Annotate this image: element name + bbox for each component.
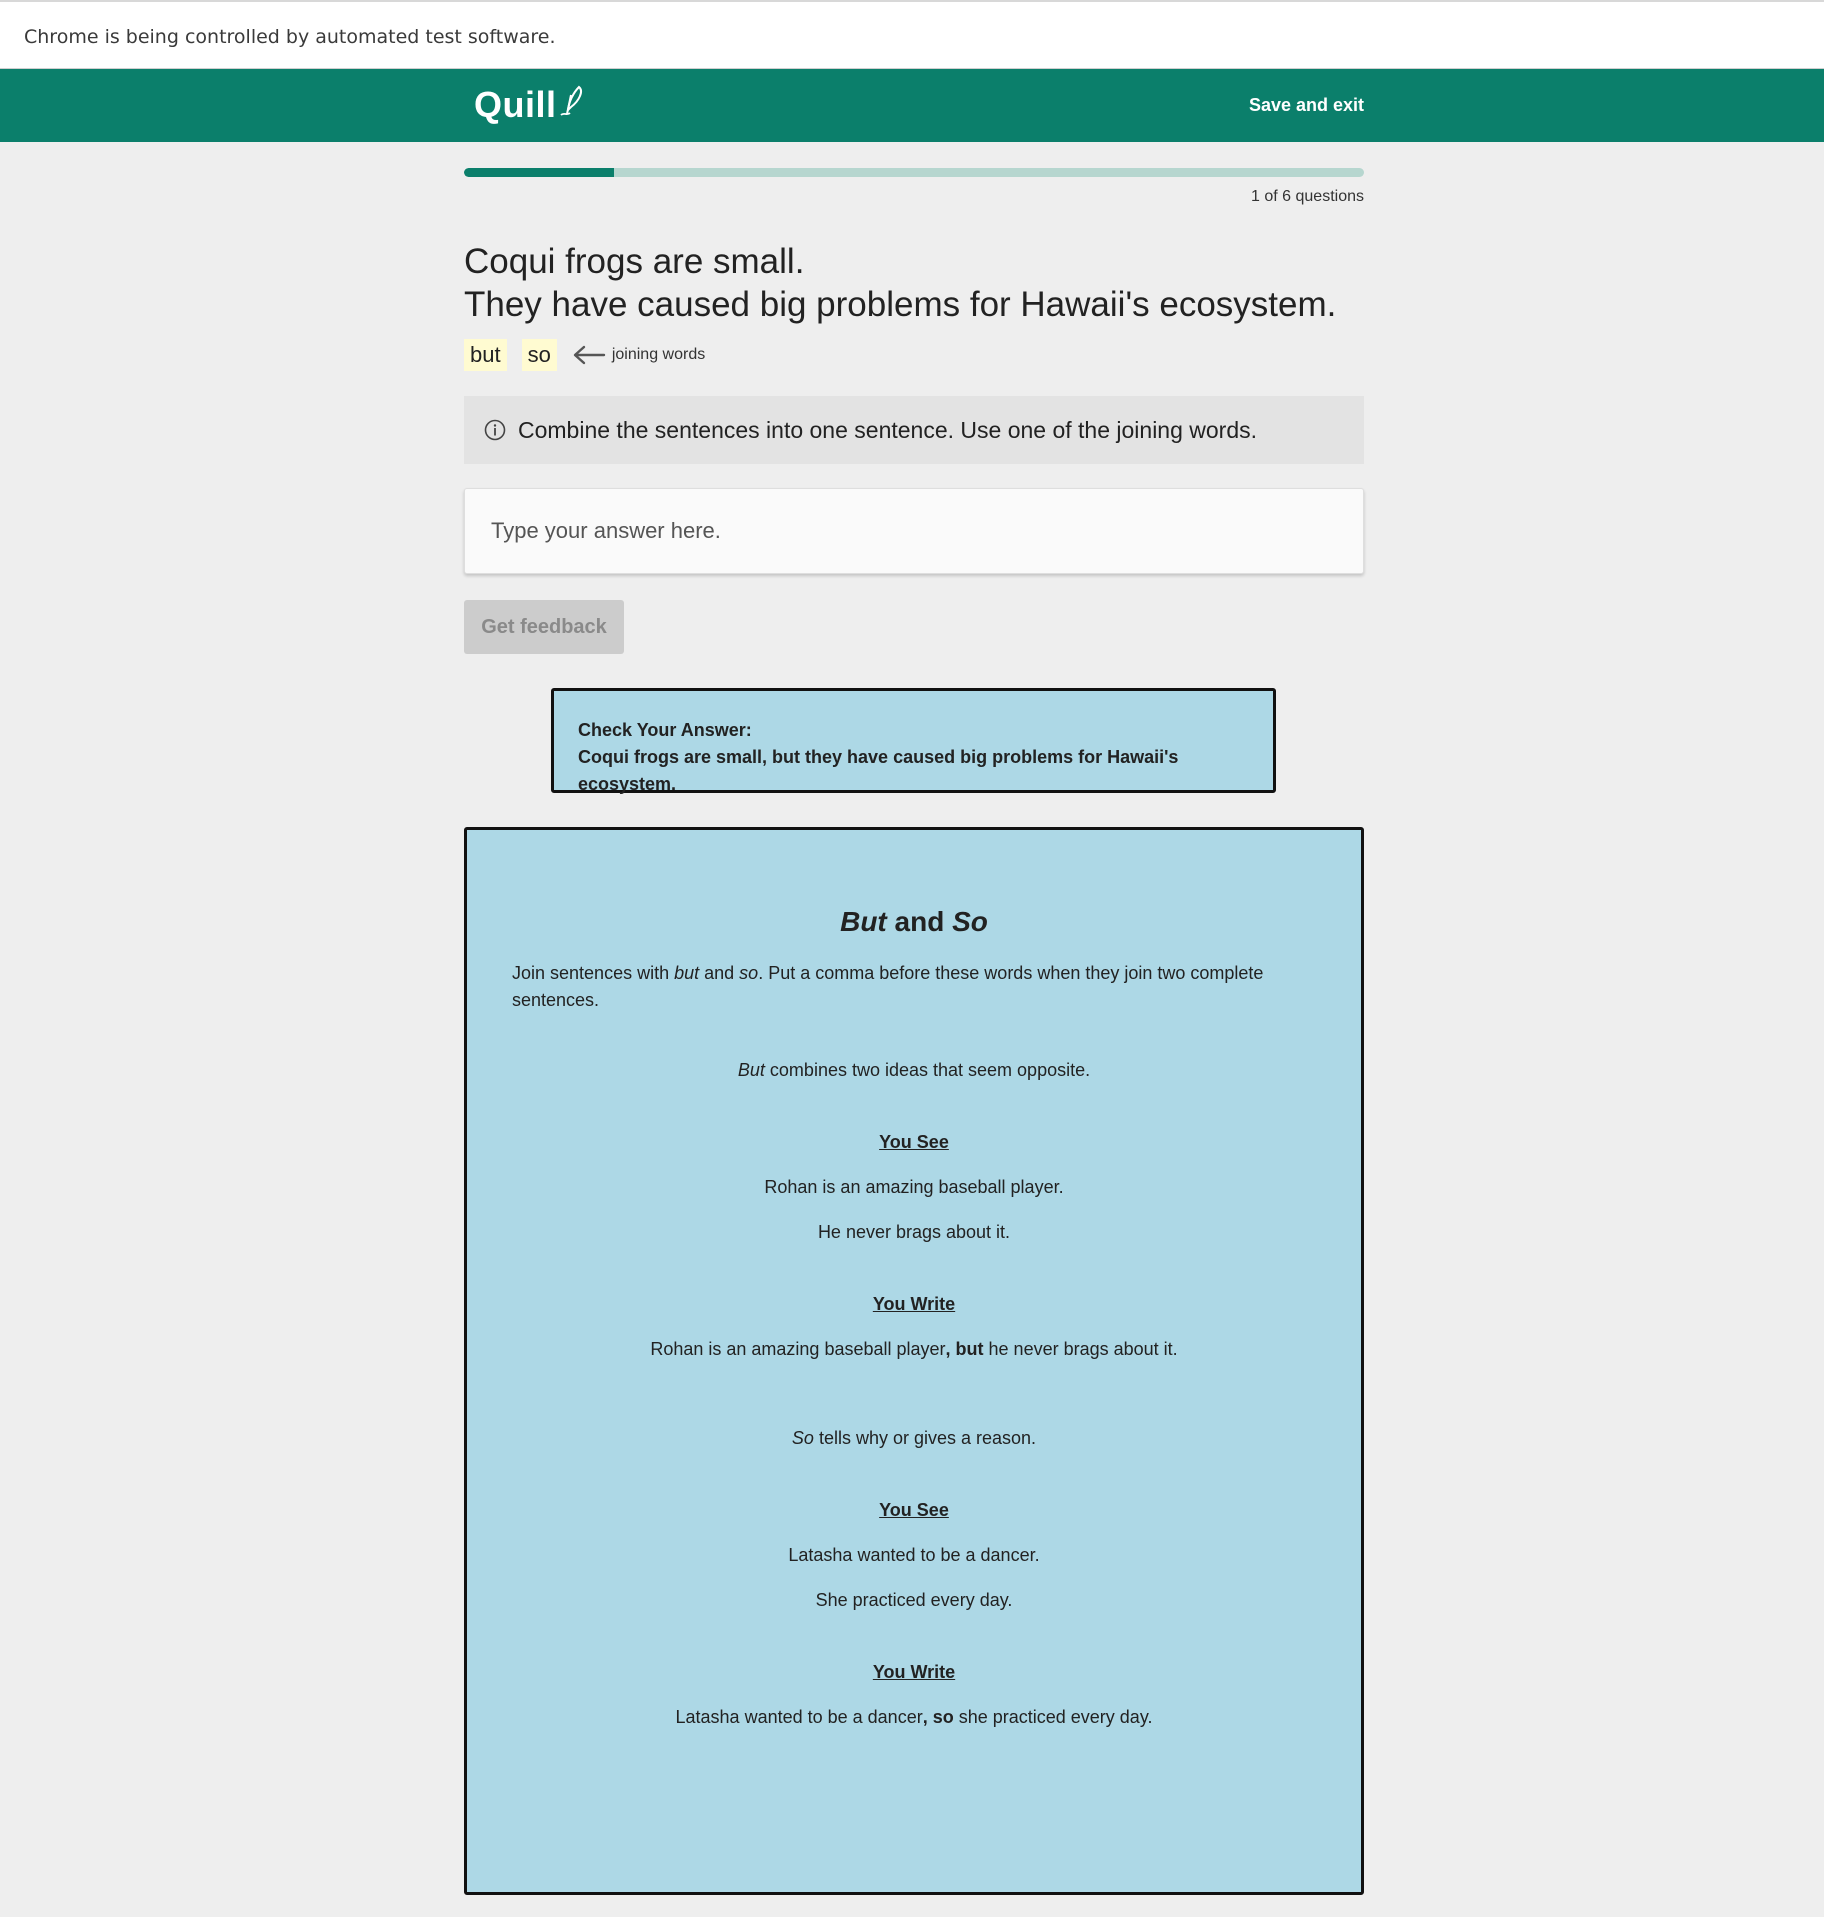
logo-text: Quill	[474, 84, 557, 125]
so-desc-word: So	[791, 1428, 814, 1448]
prompt-sentence-2: They have caused big problems for Hawaii…	[464, 285, 1337, 324]
quill-logo[interactable]: Quill	[474, 84, 585, 125]
info-icon	[484, 419, 506, 441]
intro-text-1: Join sentences with	[512, 963, 675, 983]
check-answer-text: Coqui frogs are small, but they have cau…	[578, 747, 1179, 794]
joining-words-label: joining words	[611, 346, 706, 363]
so-you-write-heading: You Write	[872, 1662, 956, 1682]
save-and-exit-button[interactable]: Save and exit	[1249, 95, 1364, 116]
joining-word-but[interactable]: but	[464, 339, 507, 371]
but-desc-rest: combines two ideas that seem opposite.	[764, 1060, 1091, 1080]
so-see-sentence-2: She practiced every day.	[815, 1590, 1013, 1610]
get-feedback-button[interactable]: Get feedback	[464, 600, 624, 654]
concept-title: But and So	[467, 906, 1361, 938]
concept-intro: Join sentences with but and so. Put a co…	[512, 960, 1312, 1014]
so-write-post: she practiced every day.	[953, 1707, 1153, 1727]
but-see-sentence-2: He never brags about it.	[817, 1222, 1011, 1242]
but-you-see-heading: You See	[879, 1132, 949, 1152]
prompt-sentence-1: Coqui frogs are small.	[464, 242, 805, 281]
so-desc-rest: tells why or gives a reason.	[813, 1428, 1037, 1448]
intro-so: so	[739, 963, 759, 983]
automation-notice: Chrome is being controlled by automated …	[24, 26, 556, 48]
intro-text-2: and	[699, 963, 740, 983]
joining-words: but so joining words	[464, 339, 705, 371]
prompt-sentences: Coqui frogs are small. They have caused …	[464, 240, 1336, 326]
but-see-sentence-1: Rohan is an amazing baseball player.	[764, 1177, 1064, 1197]
automation-infobar: Chrome is being controlled by automated …	[0, 0, 1824, 69]
progress-bar	[464, 168, 1364, 177]
so-see-sentence-1: Latasha wanted to be a dancer.	[788, 1545, 1040, 1565]
so-you-see-heading: You See	[879, 1500, 949, 1520]
instructions-panel: Combine the sentences into one sentence.…	[464, 396, 1364, 464]
but-description: But combines two ideas that seem opposit…	[467, 1060, 1361, 1081]
concept-title-and: and	[886, 906, 953, 937]
instructions-text: Combine the sentences into one sentence.…	[518, 416, 1258, 443]
so-write-pre: Latasha wanted to be a dancer	[675, 1707, 923, 1727]
intro-but: but	[674, 963, 700, 983]
concept-explanation-box: But and So Join sentences with but and s…	[464, 827, 1364, 1895]
so-write-joiner: , so	[922, 1707, 954, 1727]
app-header: Quill Save and exit	[0, 69, 1824, 142]
check-answer-box: Check Your Answer: Coqui frogs are small…	[551, 688, 1276, 794]
quill-pen-icon	[559, 85, 582, 116]
but-desc-word: But	[737, 1060, 765, 1080]
concept-title-so: So	[952, 906, 988, 937]
but-write-post: he never brags about it.	[983, 1339, 1178, 1359]
progress-fill	[464, 168, 615, 177]
concept-title-but: But	[840, 906, 887, 937]
so-write-sentence: Latasha wanted to be a dancer, so she pr…	[467, 1707, 1361, 1728]
but-write-pre: Rohan is an amazing baseball player	[650, 1339, 946, 1359]
progress-label: 1 of 6 questions	[1251, 188, 1364, 205]
so-description: So tells why or gives a reason.	[467, 1428, 1361, 1449]
but-write-joiner: , but	[945, 1339, 984, 1359]
arrow-left-icon	[573, 345, 606, 365]
joining-word-so[interactable]: so	[521, 339, 557, 371]
but-write-sentence: Rohan is an amazing baseball player, but…	[467, 1339, 1361, 1360]
answer-input[interactable]: Type your answer here.	[464, 488, 1364, 574]
but-you-write-heading: You Write	[872, 1294, 956, 1314]
check-answer-heading: Check Your Answer:	[578, 720, 752, 740]
